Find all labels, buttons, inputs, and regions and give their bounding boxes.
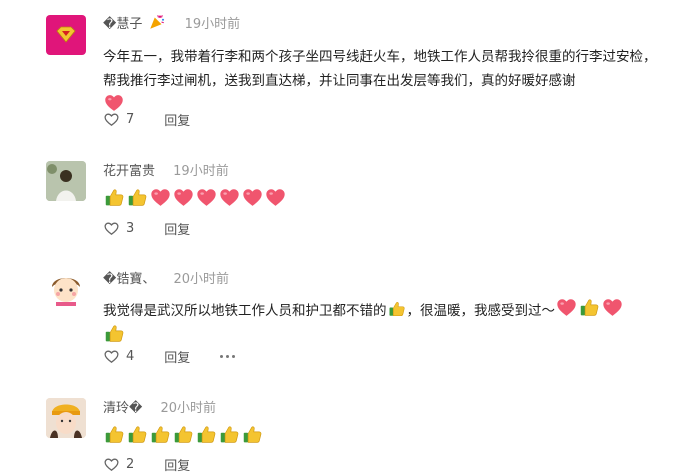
like-button[interactable]: 2 [103,456,134,473]
like-button[interactable]: 4 [103,348,134,365]
reply-button[interactable]: 回复 [164,347,190,366]
heart-emoji-icon [556,297,577,318]
superman-logo-icon [56,26,76,43]
heart-emoji-icon [196,187,217,208]
heart-emoji-icon [150,187,171,208]
thumbs-up-emoji-icon [104,424,125,445]
username[interactable]: 清玲� [103,401,142,416]
thumbs-up-emoji-icon [104,187,125,208]
thumbs-up-emoji-icon [104,323,125,344]
comment-text: 今年五一，我带着行李和两个孩子坐四号线赶火车，地铁工作人员帮我拎很重的行李过安检… [103,45,660,118]
heart-emoji-icon [219,187,240,208]
heart-emoji-icon [265,187,286,208]
avatar[interactable] [46,15,86,55]
timestamp: 20小时前 [173,272,230,287]
more-icon[interactable] [220,355,238,358]
avatar-photo-icon [46,398,86,438]
like-outline-icon [103,456,120,473]
comment-text-content: 我觉得是武汉所以地铁工作人员和护卫都不错的 [103,303,387,319]
avatar-photo-icon [46,161,86,201]
heart-emoji-icon [242,187,263,208]
like-button[interactable]: 3 [103,220,134,237]
emoji-row [103,187,660,213]
like-count: 2 [126,457,135,472]
thumbs-up-emoji-icon [219,424,240,445]
thumbs-up-emoji-icon [173,424,194,445]
heart-emoji-icon [173,187,194,208]
timestamp: 20小时前 [160,401,217,416]
like-outline-icon [103,348,120,365]
thumbs-up-emoji-icon [127,187,148,208]
like-outline-icon [103,220,120,237]
emoji-row [103,424,660,450]
avatar[interactable] [46,161,86,201]
comment-text-content: ，很温暖，我感受到过～ [406,303,556,319]
thumbs-up-emoji-icon [127,424,148,445]
like-outline-icon [103,111,120,128]
like-count: 4 [126,349,135,364]
reply-button[interactable]: 回复 [164,219,190,238]
timestamp: 19小时前 [184,17,241,32]
thumbs-up-emoji-icon [242,424,263,445]
username[interactable]: �慧子 [103,17,142,32]
comment-text-content: 今年五一，我带着行李和两个孩子坐四号线赶火车，地铁工作人员帮我拎很重的行李过安检… [103,49,657,89]
heart-emoji-icon [602,297,623,318]
thumbs-up-emoji-icon [150,424,171,445]
avatar[interactable] [46,398,86,438]
party-popper-icon [148,13,166,37]
timestamp: 19小时前 [173,164,229,179]
thumbs-up-emoji-icon [579,297,600,318]
cartoon-avatar-icon [47,270,85,308]
avatar[interactable] [46,269,86,309]
reply-button[interactable]: 回复 [164,110,190,129]
username[interactable]: �锆寶、 [103,272,155,287]
like-count: 3 [126,221,135,236]
like-count: 7 [126,112,135,127]
reply-button[interactable]: 回复 [164,455,190,474]
thumbs-up-emoji-icon [388,300,406,318]
like-button[interactable]: 7 [103,111,134,128]
username[interactable]: 花开富贵 [103,164,155,179]
thumbs-up-emoji-icon [196,424,217,445]
comment-text: 我觉得是武汉所以地铁工作人员和护卫都不错的 ，很温暖，我感受到过～ [103,297,660,349]
